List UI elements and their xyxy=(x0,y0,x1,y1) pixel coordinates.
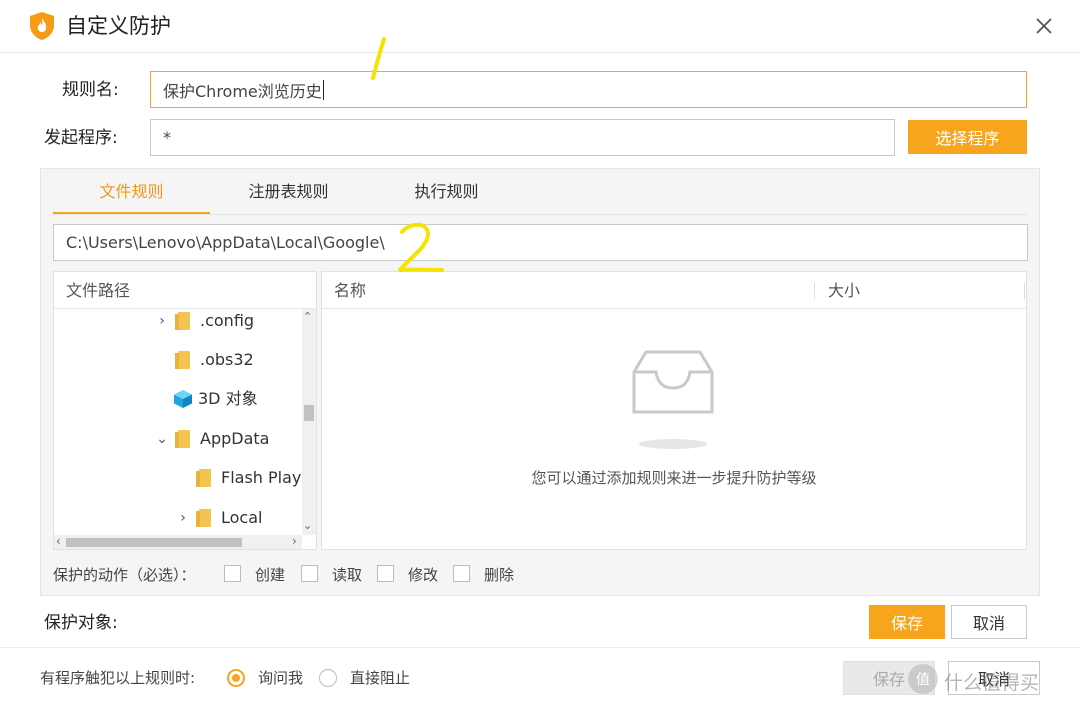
rule-name-value: 保护Chrome浏览历史 xyxy=(163,81,322,101)
column-size-header[interactable]: 大小 xyxy=(828,280,860,302)
create-checkbox-label[interactable]: 创建 xyxy=(255,565,285,585)
expand-chevron-icon[interactable]: › xyxy=(177,507,189,529)
empty-state-text: 您可以通过添加规则来进一步提升防护等级 xyxy=(531,469,817,487)
path-value: C:\Users\Lenovo\AppData\Local\Google\ xyxy=(66,233,385,252)
block-directly-radio[interactable] xyxy=(319,669,337,687)
scroll-up-icon[interactable]: ⌃ xyxy=(303,310,312,323)
close-icon[interactable] xyxy=(1030,12,1058,40)
tree-vertical-scrollbar[interactable] xyxy=(302,309,316,535)
tree-item-local[interactable]: › Local xyxy=(177,507,262,529)
protect-target-label: 保护对象: xyxy=(44,613,118,633)
create-checkbox[interactable] xyxy=(224,565,241,582)
column-name-header[interactable]: 名称 xyxy=(334,280,366,302)
column-divider[interactable] xyxy=(1024,283,1025,299)
path-input[interactable]: C:\Users\Lenovo\AppData\Local\Google\ xyxy=(53,224,1028,261)
delete-checkbox[interactable] xyxy=(453,565,470,582)
launcher-input[interactable]: * xyxy=(150,119,895,156)
tabs-divider xyxy=(53,214,1028,215)
read-checkbox[interactable] xyxy=(301,565,318,582)
tab-exec-rules[interactable]: 执行规则 xyxy=(368,181,525,203)
expand-chevron-icon[interactable]: › xyxy=(156,310,168,332)
folder-icon xyxy=(175,430,190,448)
tree-horizontal-scroll-thumb[interactable] xyxy=(66,538,242,547)
annotation-number-1 xyxy=(371,37,386,80)
scroll-left-icon[interactable]: ‹ xyxy=(56,534,61,548)
ask-me-radio[interactable] xyxy=(227,669,245,687)
rule-name-input[interactable]: 保护Chrome浏览历史 xyxy=(150,71,1027,108)
violation-label: 有程序触犯以上规则时: xyxy=(40,669,196,687)
empty-inbox-icon xyxy=(632,350,714,449)
tree-item-label: AppData xyxy=(200,429,270,448)
footer-divider xyxy=(0,647,1080,648)
rule-name-label: 规则名: xyxy=(62,80,119,100)
shield-logo-icon xyxy=(30,12,54,40)
collapse-chevron-icon[interactable]: ⌄ xyxy=(156,428,168,450)
3d-objects-icon xyxy=(174,390,192,408)
launcher-value: * xyxy=(163,128,171,147)
annotation-number-2 xyxy=(398,222,444,272)
tab-registry-rules[interactable]: 注册表规则 xyxy=(210,181,367,203)
tree-header-divider xyxy=(54,308,316,309)
tree-item-label: Flash Playe xyxy=(221,468,312,487)
actions-label: 保护的动作（必选）： xyxy=(53,566,196,584)
window-title: 自定义防护 xyxy=(66,14,171,38)
tree-vertical-scroll-thumb[interactable] xyxy=(304,405,314,421)
tree-item-label: .obs32 xyxy=(200,350,254,369)
tree-item-label: .config xyxy=(200,311,255,330)
scroll-down-icon[interactable]: ⌄ xyxy=(303,519,312,532)
tree-item-3d-objects[interactable]: 3D 对象 xyxy=(172,388,258,410)
tree-item-label: Local xyxy=(221,508,263,527)
delete-checkbox-label[interactable]: 删除 xyxy=(484,565,514,585)
modify-checkbox-label[interactable]: 修改 xyxy=(408,565,438,585)
watermark-text: 什么值得买 xyxy=(944,672,1040,694)
column-divider[interactable] xyxy=(814,283,815,299)
protect-cancel-button[interactable]: 取消 xyxy=(951,605,1027,639)
tree-item-config[interactable]: › .config xyxy=(156,310,254,332)
watermark-logo-icon: 值 xyxy=(908,664,938,694)
tree-header: 文件路径 xyxy=(66,281,131,300)
modify-checkbox[interactable] xyxy=(377,565,394,582)
launcher-label: 发起程序: xyxy=(44,128,118,148)
folder-icon xyxy=(196,509,211,527)
ask-me-label[interactable]: 询问我 xyxy=(258,668,303,688)
tree-item-flash-player[interactable]: Flash Playe xyxy=(196,467,312,489)
select-program-button[interactable]: 选择程序 xyxy=(908,120,1027,154)
folder-icon xyxy=(196,469,211,487)
block-directly-label[interactable]: 直接阻止 xyxy=(350,668,410,688)
text-cursor xyxy=(322,79,324,100)
active-tab-indicator xyxy=(53,212,210,214)
read-checkbox-label[interactable]: 读取 xyxy=(332,565,362,585)
tree-item-label: 3D 对象 xyxy=(198,389,258,408)
tree-item-obs32[interactable]: .obs32 xyxy=(175,349,254,371)
protect-save-button[interactable]: 保存 xyxy=(869,605,945,639)
tree-item-appdata[interactable]: ⌄ AppData xyxy=(156,428,269,450)
tab-file-rules[interactable]: 文件规则 xyxy=(53,181,210,203)
list-header-divider xyxy=(322,308,1026,309)
scroll-right-icon[interactable]: › xyxy=(292,534,297,548)
folder-icon xyxy=(175,312,190,330)
folder-icon xyxy=(175,351,190,369)
